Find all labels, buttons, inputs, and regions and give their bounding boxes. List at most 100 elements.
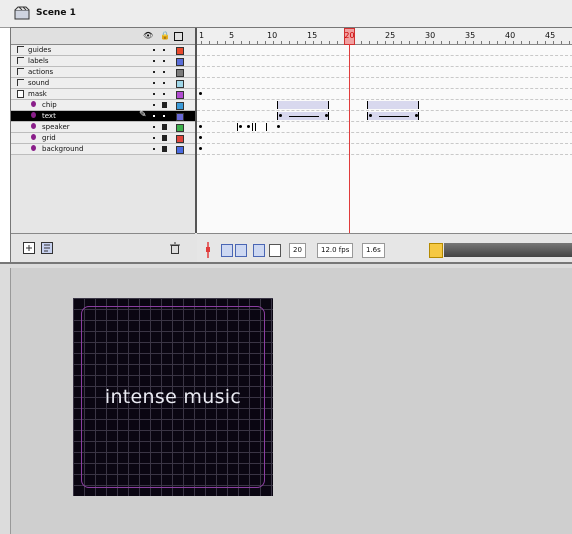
layer-row-sound[interactable]: sound: [11, 78, 195, 89]
outline-color-swatch[interactable]: [176, 124, 184, 132]
keyframe[interactable]: [199, 92, 202, 95]
scene-icon[interactable]: [14, 6, 30, 20]
frame-row-guides[interactable]: [197, 45, 572, 56]
lock-toggle[interactable]: [163, 71, 165, 73]
frame-row-grid[interactable]: [197, 133, 572, 144]
visibility-toggle[interactable]: [153, 148, 155, 150]
layer-name[interactable]: speaker: [42, 122, 70, 132]
layer-name[interactable]: grid: [42, 133, 56, 143]
frame-row-speaker[interactable]: [197, 122, 572, 133]
visibility-toggle[interactable]: [153, 93, 155, 95]
horizontal-scrollbar[interactable]: [444, 243, 572, 257]
outline-color-swatch[interactable]: [176, 91, 184, 99]
outline-color-swatch[interactable]: [176, 47, 184, 55]
visibility-toggle[interactable]: [153, 49, 155, 51]
ruler-tick-mark: [393, 41, 394, 44]
lock-icon[interactable]: [162, 146, 167, 152]
scroll-thumb[interactable]: [429, 243, 443, 258]
layer-row-background[interactable]: background: [11, 144, 195, 155]
layer-row-text[interactable]: text ✎: [11, 110, 195, 122]
center-frame-icon[interactable]: [203, 242, 213, 258]
add-guide-layer-icon[interactable]: [41, 242, 53, 254]
frame-row-actions[interactable]: [197, 67, 572, 78]
visibility-toggle[interactable]: [153, 60, 155, 62]
outline-color-swatch[interactable]: [176, 80, 184, 88]
outline-color-swatch[interactable]: [176, 102, 184, 110]
frame-row-text[interactable]: [197, 111, 572, 122]
keyframe[interactable]: [239, 125, 242, 128]
layer-name[interactable]: sound: [28, 78, 49, 88]
outline-color-swatch[interactable]: [176, 113, 184, 121]
outline-icon[interactable]: [174, 32, 183, 41]
visibility-toggle[interactable]: [153, 82, 155, 84]
lock-toggle[interactable]: [163, 93, 165, 95]
eye-icon[interactable]: 👁: [143, 31, 153, 40]
layer-row-guides[interactable]: guides: [11, 45, 195, 56]
keyframe[interactable]: [279, 114, 282, 117]
visibility-toggle[interactable]: [153, 115, 155, 117]
frames-panel[interactable]: 1 5 10 15 25 30 35 40 45 20 20 12.0 fps …: [197, 28, 572, 263]
keyframe[interactable]: [415, 114, 418, 117]
lock-icon[interactable]: [162, 124, 167, 130]
layer-name[interactable]: text: [42, 111, 56, 121]
lock-icon[interactable]: [162, 102, 167, 108]
visibility-toggle[interactable]: [153, 137, 155, 139]
outline-color-swatch[interactable]: [176, 58, 184, 66]
lock-icon[interactable]: 🔒: [160, 31, 170, 40]
frame-row-mask[interactable]: [197, 89, 572, 100]
ruler-tick-mark: [241, 41, 242, 44]
frame-row-chip[interactable]: [197, 100, 572, 111]
onion-skin-button[interactable]: [221, 244, 233, 257]
frame-ruler[interactable]: 1 5 10 15 25 30 35 40 45 20: [197, 28, 572, 45]
keyframe[interactable]: [199, 136, 202, 139]
frame-rate-field[interactable]: 12.0 fps: [317, 243, 354, 258]
frame-row-sound[interactable]: [197, 78, 572, 89]
layer-name[interactable]: chip: [42, 100, 57, 110]
canvas-title-text[interactable]: intense music: [73, 386, 273, 408]
trash-icon[interactable]: [169, 242, 181, 254]
scene-label[interactable]: Scene 1: [36, 8, 76, 18]
ruler-tick-mark: [337, 41, 338, 44]
lock-icon[interactable]: [162, 135, 167, 141]
layer-name[interactable]: background: [42, 144, 83, 154]
frame-row-labels[interactable]: [197, 56, 572, 67]
lock-toggle[interactable]: [163, 49, 165, 51]
onion-skin-outlines-button[interactable]: [235, 244, 247, 257]
edit-multiple-frames-button[interactable]: [253, 244, 265, 257]
modify-onion-markers-button[interactable]: [269, 244, 281, 257]
keyframe[interactable]: [369, 114, 372, 117]
lock-toggle[interactable]: [163, 82, 165, 84]
keyframe[interactable]: [199, 125, 202, 128]
layer-row-actions[interactable]: actions: [11, 67, 195, 78]
stage[interactable]: intense music: [10, 268, 572, 534]
keyframe[interactable]: [247, 125, 250, 128]
outline-color-swatch[interactable]: [176, 69, 184, 77]
layer-name[interactable]: mask: [28, 89, 47, 99]
layer-name[interactable]: actions: [28, 67, 53, 77]
motion-tween[interactable]: [277, 101, 329, 109]
outline-color-swatch[interactable]: [176, 146, 184, 154]
ruler-tick-mark: [209, 41, 210, 44]
insert-layer-icon[interactable]: [23, 242, 35, 254]
layer-row-speaker[interactable]: speaker: [11, 122, 195, 133]
layer-row-labels[interactable]: labels: [11, 56, 195, 67]
lock-toggle[interactable]: [163, 60, 165, 62]
frame-span[interactable]: [255, 123, 267, 131]
keyframe[interactable]: [325, 114, 328, 117]
layer-name[interactable]: guides: [28, 45, 51, 55]
layer-name[interactable]: labels: [28, 56, 49, 66]
frame-row-background[interactable]: [197, 144, 572, 155]
keyframe[interactable]: [277, 125, 280, 128]
keyframe[interactable]: [199, 147, 202, 150]
layer-row-mask[interactable]: mask: [11, 89, 195, 100]
movie-canvas[interactable]: intense music: [73, 298, 273, 496]
visibility-toggle[interactable]: [153, 104, 155, 106]
motion-tween[interactable]: [367, 101, 419, 109]
visibility-toggle[interactable]: [153, 71, 155, 73]
guide-layer-icon: [17, 68, 24, 75]
outline-color-swatch[interactable]: [176, 135, 184, 143]
visibility-toggle[interactable]: [153, 126, 155, 128]
lock-toggle[interactable]: [163, 115, 165, 117]
layer-row-chip[interactable]: chip: [11, 100, 195, 111]
layer-row-grid[interactable]: grid: [11, 133, 195, 144]
